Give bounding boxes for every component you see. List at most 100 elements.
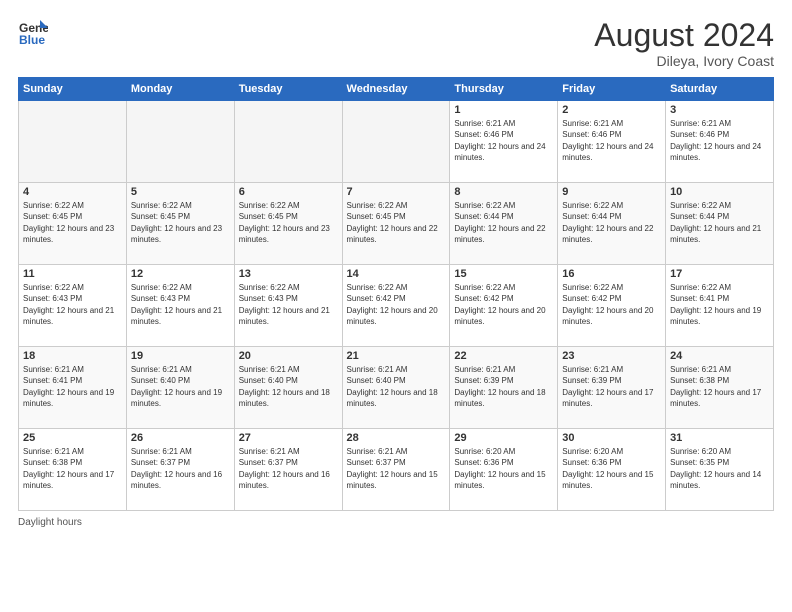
day-info: Sunrise: 6:22 AMSunset: 6:41 PMDaylight:… (670, 282, 769, 327)
calendar-cell: 3 Sunrise: 6:21 AMSunset: 6:46 PMDaylight… (666, 101, 774, 183)
day-number: 18 (23, 350, 122, 362)
calendar-cell: 1 Sunrise: 6:21 AMSunset: 6:46 PMDaylight… (450, 101, 558, 183)
calendar-cell: 19 Sunrise: 6:21 AMSunset: 6:40 PMDayligh… (126, 347, 234, 429)
day-number: 8 (454, 186, 553, 198)
calendar-cell: 11 Sunrise: 6:22 AMSunset: 6:43 PMDayligh… (19, 265, 127, 347)
title-block: August 2024 Dileya, Ivory Coast (594, 18, 774, 69)
day-number: 7 (347, 186, 446, 198)
day-number: 30 (562, 432, 661, 444)
day-info: Sunrise: 6:21 AMSunset: 6:40 PMDaylight:… (239, 364, 338, 409)
day-info: Sunrise: 6:21 AMSunset: 6:37 PMDaylight:… (131, 446, 230, 491)
calendar-cell: 16 Sunrise: 6:22 AMSunset: 6:42 PMDayligh… (558, 265, 666, 347)
calendar-cell (342, 101, 450, 183)
day-number: 23 (562, 350, 661, 362)
page-header: General Blue August 2024 Dileya, Ivory C… (18, 18, 774, 69)
day-info: Sunrise: 6:21 AMSunset: 6:46 PMDaylight:… (454, 118, 553, 163)
day-info: Sunrise: 6:21 AMSunset: 6:40 PMDaylight:… (347, 364, 446, 409)
day-info: Sunrise: 6:22 AMSunset: 6:42 PMDaylight:… (562, 282, 661, 327)
day-info: Sunrise: 6:21 AMSunset: 6:39 PMDaylight:… (562, 364, 661, 409)
day-number: 24 (670, 350, 769, 362)
calendar-cell: 5 Sunrise: 6:22 AMSunset: 6:45 PMDaylight… (126, 183, 234, 265)
calendar-cell: 12Sunrise: 6:22 AMSunset: 6:43 PMDayligh… (126, 265, 234, 347)
day-number: 1 (454, 104, 553, 116)
day-info: Sunrise: 6:22 AMSunset: 6:44 PMDaylight:… (562, 200, 661, 245)
weekday-header: Thursday (450, 78, 558, 101)
day-number: 6 (239, 186, 338, 198)
calendar-cell: 28Sunrise: 6:21 AMSunset: 6:37 PMDayligh… (342, 429, 450, 511)
day-info: Sunrise: 6:21 AMSunset: 6:41 PMDaylight:… (23, 364, 122, 409)
calendar-cell: 13 Sunrise: 6:22 AMSunset: 6:43 PMDayligh… (234, 265, 342, 347)
day-info: Sunrise: 6:22 AMSunset: 6:43 PMDaylight:… (239, 282, 338, 327)
day-number: 19 (131, 350, 230, 362)
calendar-cell: 18 Sunrise: 6:21 AMSunset: 6:41 PMDayligh… (19, 347, 127, 429)
calendar-cell: 30 Sunrise: 6:20 AMSunset: 6:36 PMDayligh… (558, 429, 666, 511)
day-number: 3 (670, 104, 769, 116)
day-number: 16 (562, 268, 661, 280)
calendar-week-row: 1 Sunrise: 6:21 AMSunset: 6:46 PMDaylight… (19, 101, 774, 183)
day-number: 14 (347, 268, 446, 280)
calendar-cell: 17 Sunrise: 6:22 AMSunset: 6:41 PMDayligh… (666, 265, 774, 347)
day-info: Sunrise: 6:22 AMSunset: 6:44 PMDaylight:… (454, 200, 553, 245)
day-info: Sunrise: 6:21 AMSunset: 6:40 PMDaylight:… (131, 364, 230, 409)
day-number: 26 (131, 432, 230, 444)
location: Dileya, Ivory Coast (594, 53, 774, 69)
weekday-header: Monday (126, 78, 234, 101)
footer: Daylight hours (18, 517, 774, 528)
day-number: 25 (23, 432, 122, 444)
calendar-cell: 10Sunrise: 6:22 AMSunset: 6:44 PMDayligh… (666, 183, 774, 265)
weekday-header: Sunday (19, 78, 127, 101)
day-info: Sunrise: 6:22 AMSunset: 6:45 PMDaylight:… (131, 200, 230, 245)
day-number: 5 (131, 186, 230, 198)
calendar-cell: 14Sunrise: 6:22 AMSunset: 6:42 PMDayligh… (342, 265, 450, 347)
day-number: 28 (347, 432, 446, 444)
footer-label: Daylight hours (18, 517, 82, 528)
calendar-week-row: 11 Sunrise: 6:22 AMSunset: 6:43 PMDayligh… (19, 265, 774, 347)
day-number: 29 (454, 432, 553, 444)
day-number: 20 (239, 350, 338, 362)
day-info: Sunrise: 6:21 AMSunset: 6:39 PMDaylight:… (454, 364, 553, 409)
day-info: Sunrise: 6:20 AMSunset: 6:36 PMDaylight:… (454, 446, 553, 491)
day-info: Sunrise: 6:21 AMSunset: 6:37 PMDaylight:… (239, 446, 338, 491)
calendar-cell: 9Sunrise: 6:22 AMSunset: 6:44 PMDaylight… (558, 183, 666, 265)
calendar-cell: 4 Sunrise: 6:22 AMSunset: 6:45 PMDaylight… (19, 183, 127, 265)
day-number: 13 (239, 268, 338, 280)
day-number: 4 (23, 186, 122, 198)
calendar-cell: 2 Sunrise: 6:21 AMSunset: 6:46 PMDaylight… (558, 101, 666, 183)
calendar-cell (234, 101, 342, 183)
weekday-header: Wednesday (342, 78, 450, 101)
calendar-cell: 20 Sunrise: 6:21 AMSunset: 6:40 PMDayligh… (234, 347, 342, 429)
calendar-cell: 31Sunrise: 6:20 AMSunset: 6:35 PMDayligh… (666, 429, 774, 511)
month-year: August 2024 (594, 18, 774, 53)
calendar-cell: 21 Sunrise: 6:21 AMSunset: 6:40 PMDayligh… (342, 347, 450, 429)
calendar-cell: 29 Sunrise: 6:20 AMSunset: 6:36 PMDayligh… (450, 429, 558, 511)
calendar-cell: 7 Sunrise: 6:22 AMSunset: 6:45 PMDaylight… (342, 183, 450, 265)
calendar-week-row: 25 Sunrise: 6:21 AMSunset: 6:38 PMDayligh… (19, 429, 774, 511)
calendar-cell: 6Sunrise: 6:22 AMSunset: 6:45 PMDaylight… (234, 183, 342, 265)
day-info: Sunrise: 6:22 AMSunset: 6:45 PMDaylight:… (347, 200, 446, 245)
day-info: Sunrise: 6:22 AMSunset: 6:45 PMDaylight:… (23, 200, 122, 245)
calendar-cell: 24Sunrise: 6:21 AMSunset: 6:38 PMDayligh… (666, 347, 774, 429)
day-number: 22 (454, 350, 553, 362)
day-info: Sunrise: 6:20 AMSunset: 6:36 PMDaylight:… (562, 446, 661, 491)
calendar-cell (126, 101, 234, 183)
calendar-table: SundayMondayTuesdayWednesdayThursdayFrid… (18, 77, 774, 511)
weekday-header: Friday (558, 78, 666, 101)
day-number: 21 (347, 350, 446, 362)
calendar-cell: 25 Sunrise: 6:21 AMSunset: 6:38 PMDayligh… (19, 429, 127, 511)
calendar-cell: 22 Sunrise: 6:21 AMSunset: 6:39 PMDayligh… (450, 347, 558, 429)
day-info: Sunrise: 6:22 AMSunset: 6:44 PMDaylight:… (670, 200, 769, 245)
day-info: Sunrise: 6:21 AMSunset: 6:46 PMDaylight:… (670, 118, 769, 163)
day-number: 2 (562, 104, 661, 116)
day-info: Sunrise: 6:22 AMSunset: 6:43 PMDaylight:… (131, 282, 230, 327)
svg-text:Blue: Blue (19, 33, 45, 47)
day-number: 17 (670, 268, 769, 280)
logo: General Blue (18, 18, 48, 48)
calendar-cell: 26 Sunrise: 6:21 AMSunset: 6:37 PMDayligh… (126, 429, 234, 511)
weekday-header: Saturday (666, 78, 774, 101)
day-info: Sunrise: 6:21 AMSunset: 6:46 PMDaylight:… (562, 118, 661, 163)
logo-icon: General Blue (18, 18, 48, 48)
day-number: 27 (239, 432, 338, 444)
day-number: 11 (23, 268, 122, 280)
day-info: Sunrise: 6:21 AMSunset: 6:38 PMDaylight:… (23, 446, 122, 491)
day-info: Sunrise: 6:22 AMSunset: 6:43 PMDaylight:… (23, 282, 122, 327)
